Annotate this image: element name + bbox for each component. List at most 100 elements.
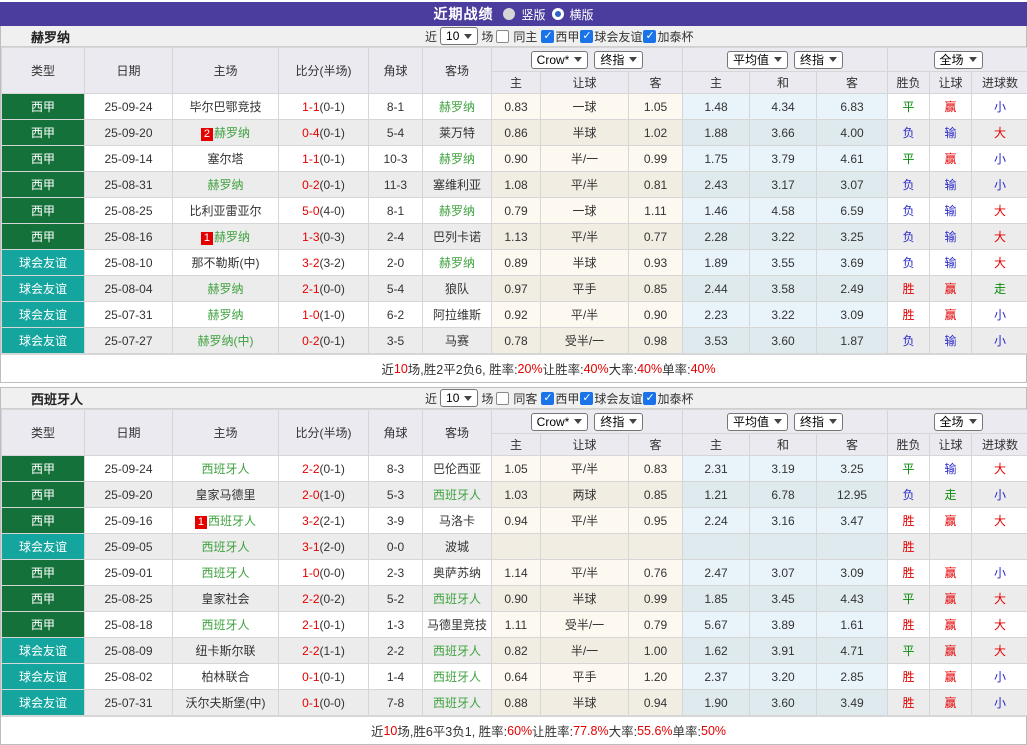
col-header-away: 客场 [423,48,492,94]
full-time-select[interactable]: 全场 [934,51,983,69]
home-team-name[interactable]: 西班牙人 [201,462,249,476]
away-team-name[interactable]: 奥萨苏纳 [433,566,481,580]
league-filter-checkbox[interactable] [580,30,593,43]
home-team-name[interactable]: 皇家马德里 [195,488,255,502]
league-filter-checkbox[interactable] [643,392,656,405]
home-team-name[interactable]: 赫罗纳(中) [198,334,254,348]
avg-away-odds: 3.25 [817,456,888,482]
avg-home-odds: 1.48 [683,94,750,120]
league-filter-label[interactable]: 西甲 [555,392,579,406]
home-team-name[interactable]: 塞尔塔 [207,152,243,166]
away-team-name[interactable]: 狼队 [445,282,469,296]
league-filter-checkbox[interactable] [541,392,554,405]
away-team-name[interactable]: 马赛 [445,334,469,348]
away-team-name[interactable]: 莱万特 [439,126,475,140]
horizontal-layout-label[interactable]: 横版 [570,6,594,23]
away-team-name[interactable]: 巴伦西亚 [433,462,481,476]
league-filter-checkbox[interactable] [541,30,554,43]
away-team-name[interactable]: 赫罗纳 [439,204,475,218]
home-team-name[interactable]: 柏林联合 [201,670,249,684]
home-team-name[interactable]: 西班牙人 [201,566,249,580]
same-venue-checkbox[interactable] [496,392,509,405]
league-filter-label[interactable]: 球会友谊 [594,30,642,44]
home-team-name[interactable]: 纽卡斯尔联 [195,644,255,658]
avg-final-odds-select[interactable]: 终指 [794,413,843,431]
away-team-name[interactable]: 阿拉维斯 [433,308,481,322]
home-team-name[interactable]: 比利亚雷亚尔 [189,204,261,218]
crow-final-odds-select[interactable]: 终指 [594,413,643,431]
away-team-name[interactable]: 西班牙人 [433,696,481,710]
handicap-line: 半/一 [541,638,629,664]
same-venue-checkbox[interactable] [496,30,509,43]
crow-final-odds-select[interactable]: 终指 [594,51,643,69]
score-cell: 3-2(2-1) [279,508,369,534]
result-cell: 胜 [888,534,930,560]
league-filter-label[interactable]: 加泰杯 [657,392,693,406]
same-venue-label[interactable]: 同客 [513,390,537,407]
home-team-name[interactable]: 赫罗纳 [214,126,250,140]
home-team-name[interactable]: 西班牙人 [201,540,249,554]
league-filter-label[interactable]: 球会友谊 [594,392,642,406]
home-team-name[interactable]: 西班牙人 [201,618,249,632]
avg-draw-odds: 3.60 [750,328,817,354]
half-time-score: (1-0) [320,488,345,502]
league-filter-label[interactable]: 加泰杯 [657,30,693,44]
handicap-result-cell: 赢 [930,94,972,120]
home-team-name[interactable]: 西班牙人 [208,514,256,528]
full-time-select[interactable]: 全场 [934,413,983,431]
league-filter-checkbox[interactable] [643,30,656,43]
away-team-name[interactable]: 西班牙人 [433,670,481,684]
match-date: 25-08-04 [85,276,173,302]
horizontal-layout-radio[interactable] [552,8,564,20]
result-cell: 胜 [888,302,930,328]
away-team-name[interactable]: 马洛卡 [439,514,475,528]
home-team-name[interactable]: 那不勒斯(中) [192,256,260,270]
crow-away-odds: 0.99 [629,146,683,172]
away-team-name[interactable]: 西班牙人 [433,488,481,502]
league-filter-checkbox[interactable] [580,392,593,405]
home-team-name[interactable]: 毕尔巴鄂竞技 [189,100,261,114]
home-team-name[interactable]: 皇家社会 [201,592,249,606]
home-team-cell: 赫罗纳 [173,302,279,328]
bookmaker-select[interactable]: Crow* [531,413,589,431]
col-header-handicap-result: 让球 [930,434,972,456]
average-select-value: 平均值 [733,415,769,429]
home-team-name[interactable]: 赫罗纳 [207,282,243,296]
table-row: 球会友谊25-07-27赫罗纳(中)0-2(0-1)3-5马赛0.78受半/一0… [2,328,1027,354]
recent-games-select[interactable]: 10 [440,27,478,45]
away-team-name[interactable]: 西班牙人 [433,592,481,606]
home-team-name[interactable]: 赫罗纳 [207,178,243,192]
average-select[interactable]: 平均值 [727,51,788,69]
match-date: 25-07-31 [85,690,173,716]
home-team-cell: 赫罗纳 [173,172,279,198]
away-team-name[interactable]: 赫罗纳 [439,100,475,114]
match-date: 25-08-25 [85,198,173,224]
home-team-name[interactable]: 赫罗纳 [207,308,243,322]
away-team-name[interactable]: 赫罗纳 [439,152,475,166]
same-venue-label[interactable]: 同主 [513,28,537,45]
league-filter-label[interactable]: 西甲 [555,30,579,44]
team-section: 西班牙人 近 10 场 同客 西甲球会友谊加泰杯 类型 日期 [0,387,1027,745]
stats-segment: 50% [701,724,726,738]
half-time-score: (0-1) [320,152,345,166]
col-header-crow-away: 客 [629,434,683,456]
vertical-layout-label[interactable]: 竖版 [521,6,545,23]
home-team-name[interactable]: 沃尔夫斯堡(中) [186,696,266,710]
away-team-name[interactable]: 巴列卡诺 [433,230,481,244]
home-team-name[interactable]: 赫罗纳 [214,230,250,244]
avg-home-odds: 1.85 [683,586,750,612]
away-team-name[interactable]: 波城 [445,540,469,554]
away-team-name[interactable]: 赫罗纳 [439,256,475,270]
away-team-name[interactable]: 马德里竞技 [427,618,487,632]
avg-final-odds-select[interactable]: 终指 [794,51,843,69]
recent-games-select[interactable]: 10 [440,389,478,407]
bookmaker-select[interactable]: Crow* [531,51,589,69]
table-row: 西甲25-08-25比利亚雷亚尔5-0(4-0)8-1赫罗纳0.79一球1.11… [2,198,1027,224]
vertical-layout-radio[interactable] [503,8,515,20]
stats-summary: 近10场,胜6平3负1, 胜率:60% 让胜率:77.8% 大率:55.6% 单… [1,716,1026,744]
away-team-name[interactable]: 塞维利亚 [433,178,481,192]
away-team-name[interactable]: 西班牙人 [433,644,481,658]
match-date: 25-09-01 [85,560,173,586]
away-team-cell: 西班牙人 [423,638,492,664]
average-select[interactable]: 平均值 [727,413,788,431]
